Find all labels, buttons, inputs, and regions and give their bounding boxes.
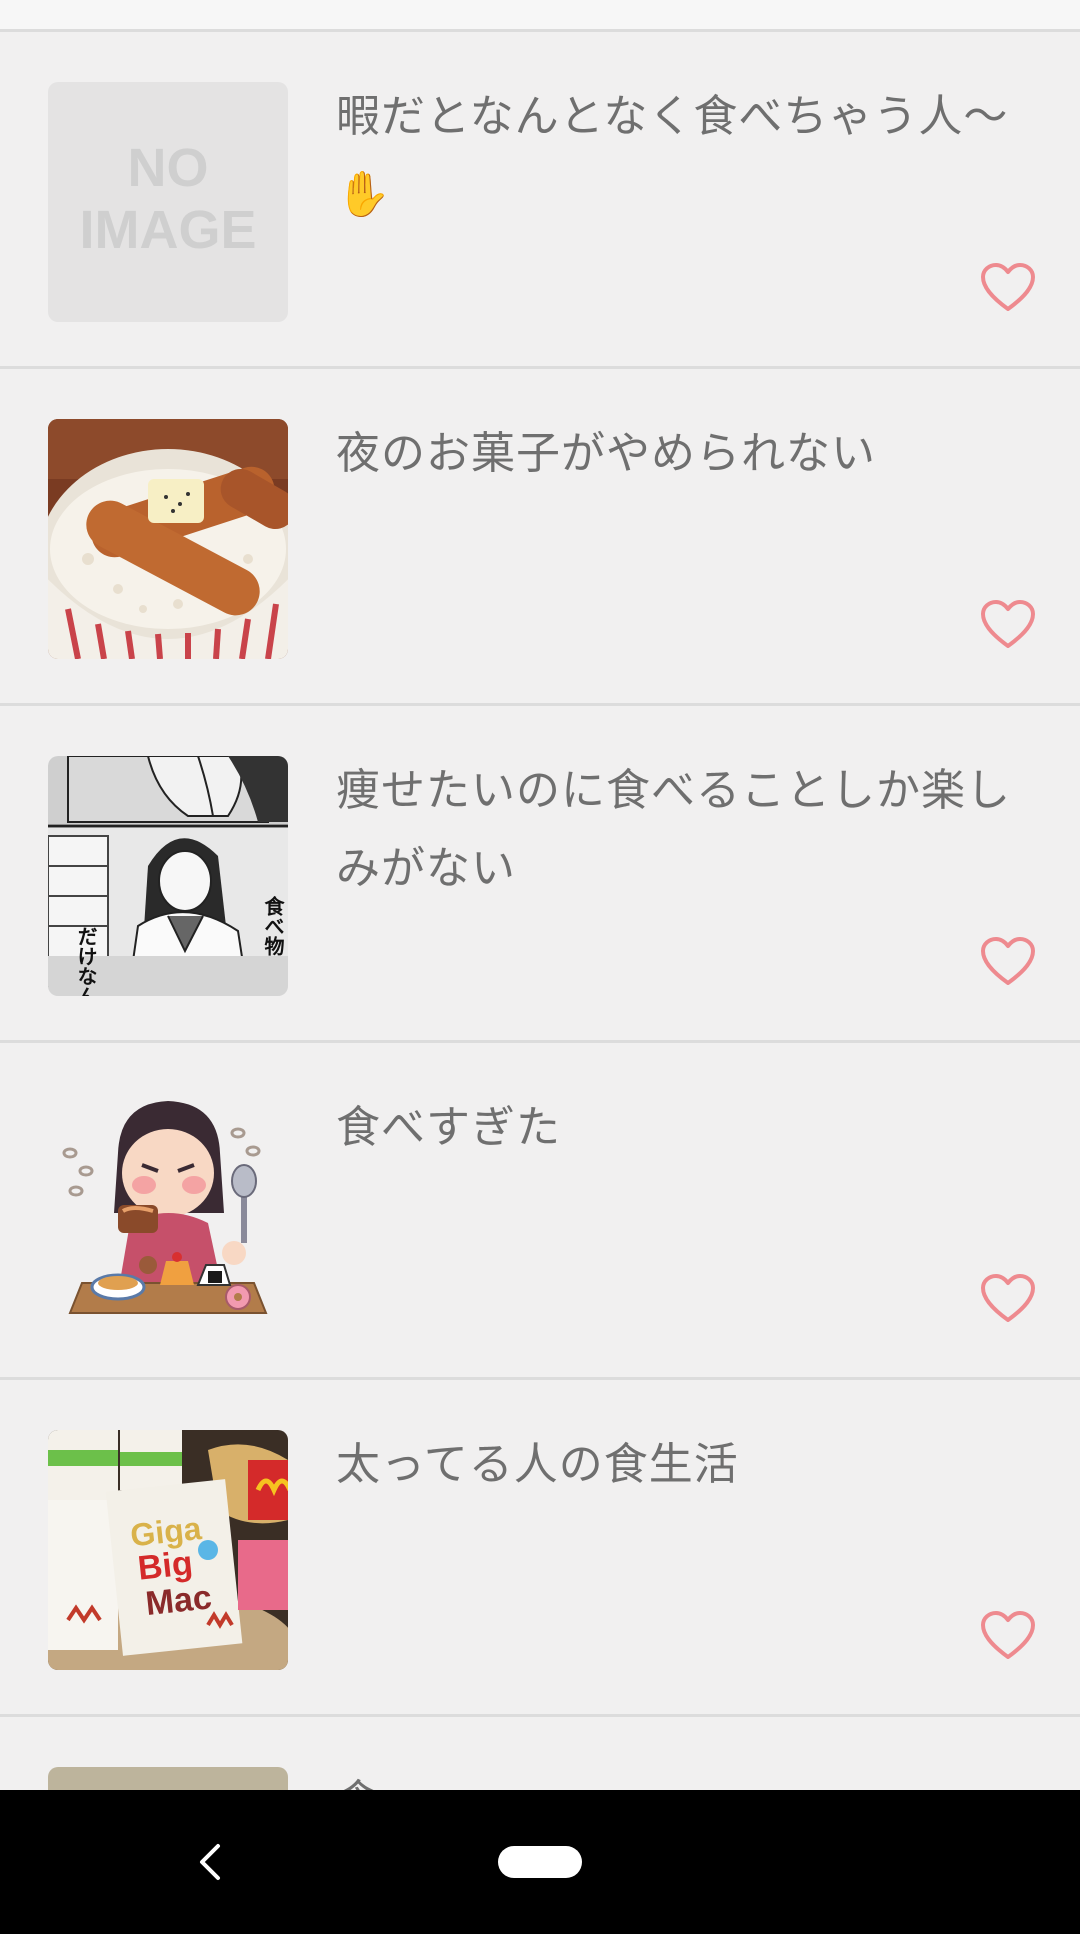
heart-icon[interactable] <box>980 936 1036 988</box>
no-image-thumbnail: NO IMAGE <box>48 82 288 322</box>
item-title: 暇だとなんとなく食べちゃう人〜✋ <box>336 91 1009 220</box>
home-pill-icon[interactable] <box>498 1846 582 1878</box>
list-item[interactable]: 食べすぎた <box>0 1043 1080 1380</box>
heart-icon[interactable] <box>980 262 1036 314</box>
placeholder-text-image: IMAGE <box>79 200 256 260</box>
item-title: 太ってる人の食生活 <box>336 1439 739 1490</box>
fast-food-photo-thumbnail: Giga Big Mac <box>48 1430 288 1670</box>
system-navigation-bar <box>0 1790 1080 1934</box>
list-item[interactable]: 食 <box>0 1717 1080 1797</box>
heart-icon[interactable] <box>980 1610 1036 1662</box>
item-title: 食べすぎた <box>336 1102 561 1153</box>
item-title: 痩せたいのに食べることしか楽しみがない <box>336 765 1011 894</box>
manga-text-food: 食べ物 <box>261 895 285 957</box>
box-text-mac: Mac <box>144 1578 214 1623</box>
list-item[interactable]: NO IMAGE 暇だとなんとなく食べちゃう人〜✋ <box>0 32 1080 369</box>
heart-icon[interactable] <box>980 599 1036 651</box>
list-item[interactable]: 夜のお菓子がやめられない <box>0 369 1080 706</box>
list-item[interactable]: 食べ物 だけなん 痩せたいのに食べることしか楽しみがない <box>0 706 1080 1043</box>
chevron-left-icon[interactable] <box>188 1834 228 1890</box>
top-app-bar-edge <box>0 0 1080 32</box>
post-list: NO IMAGE 暇だとなんとなく食べちゃう人〜✋ 夜のお菓子がやめられない 食… <box>0 32 1080 1797</box>
list-item[interactable]: Giga Big Mac 太ってる人の食生活 <box>0 1380 1080 1717</box>
manga-panel-thumbnail: 食べ物 だけなん <box>48 756 288 996</box>
sausage-rice-bowl-thumbnail <box>48 419 288 659</box>
overeating-illustration-thumbnail <box>48 1093 288 1333</box>
item-title: 夜のお菓子がやめられない <box>336 428 876 479</box>
manga-text-only: だけなん <box>74 926 98 996</box>
heart-icon[interactable] <box>980 1273 1036 1325</box>
placeholder-text-no: NO <box>128 138 209 198</box>
